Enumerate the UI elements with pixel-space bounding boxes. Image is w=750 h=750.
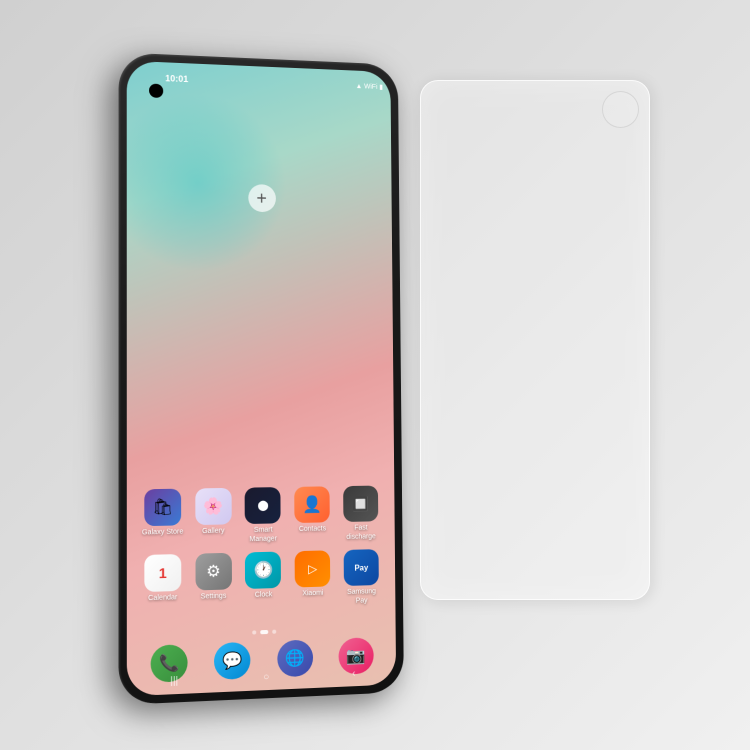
app-xiaomi[interactable]: ▷ Xiaomi	[292, 550, 334, 599]
app-galaxy-store[interactable]: 🛍 Galaxy Store	[141, 489, 184, 538]
app-samsung-pay[interactable]: Pay Samsung Pay	[341, 549, 382, 606]
phone-screen: 10:01 ▲ WiFi ▮ + 🛍	[127, 61, 396, 697]
samsung-pay-label: Samsung Pay	[341, 588, 382, 606]
galaxy-store-icon[interactable]: 🛍	[144, 489, 181, 526]
settings-icon[interactable]: ⚙	[195, 553, 232, 591]
fast-discharge-label: Fast discharge	[341, 525, 382, 543]
wifi-icon: WiFi	[364, 83, 377, 90]
calendar-icon[interactable]: 1	[144, 554, 181, 592]
dot-1	[252, 630, 256, 634]
app-smart-manager[interactable]: ⬤ Smart Manager	[242, 487, 284, 544]
contacts-label: Contacts	[299, 526, 326, 535]
contacts-icon[interactable]: 👤	[295, 487, 331, 524]
app-calendar[interactable]: 1 Calendar	[141, 554, 184, 604]
status-time: 10:01	[165, 73, 188, 84]
settings-label: Settings	[201, 593, 227, 602]
app-clock[interactable]: 🕐 Clock	[242, 552, 284, 601]
battery-icon: ▮	[379, 83, 383, 91]
app-contacts[interactable]: 👤 Contacts	[292, 487, 334, 535]
dot-3	[272, 630, 276, 634]
galaxy-store-label: Galaxy Store	[142, 529, 183, 539]
phone-body: 10:01 ▲ WiFi ▮ + 🛍	[118, 52, 403, 705]
screen-protector	[420, 80, 650, 600]
dot-2-active	[260, 630, 268, 634]
app-settings[interactable]: ⚙ Settings	[192, 553, 235, 603]
clock-icon[interactable]: 🕐	[245, 552, 281, 589]
gallery-label: Gallery	[202, 528, 224, 537]
phone-inner: 10:01 ▲ WiFi ▮ + 🛍	[127, 61, 396, 697]
app-row-2: 1 Calendar ⚙ Settings 🕐 Clock ▷	[137, 549, 386, 613]
front-camera	[149, 84, 163, 98]
app-fast-discharge[interactable]: 🔲 Fast discharge	[340, 486, 381, 542]
xiaomi-label: Xiaomi	[302, 590, 323, 599]
samsung-pay-icon[interactable]: Pay	[344, 549, 379, 586]
app-row-1: 🛍 Galaxy Store 🌸 Gallery ⬤ Smart Manager	[137, 486, 385, 547]
smart-manager-icon[interactable]: ⬤	[245, 488, 281, 525]
clock-label: Clock	[255, 591, 273, 600]
status-icons: ▲ WiFi ▮	[356, 82, 383, 91]
app-grid: 🛍 Galaxy Store 🌸 Gallery ⬤ Smart Manager	[137, 486, 386, 613]
fast-discharge-icon[interactable]: 🔲	[343, 486, 378, 522]
smart-manager-label: Smart Manager	[242, 527, 284, 545]
page-indicator	[252, 630, 276, 635]
nav-home[interactable]: ○	[263, 672, 269, 683]
signal-icon: ▲	[356, 83, 363, 90]
add-icon[interactable]: +	[248, 184, 276, 212]
calendar-label: Calendar	[148, 594, 177, 604]
nav-back[interactable]: ‹	[352, 668, 355, 679]
gallery-icon[interactable]: 🌸	[195, 488, 231, 525]
nav-recent[interactable]: |||	[170, 675, 178, 687]
app-gallery[interactable]: 🌸 Gallery	[192, 488, 235, 537]
scene: 10:01 ▲ WiFi ▮ + 🛍	[0, 0, 750, 750]
xiaomi-icon[interactable]: ▷	[295, 551, 331, 588]
add-widget-area[interactable]: +	[248, 184, 276, 212]
